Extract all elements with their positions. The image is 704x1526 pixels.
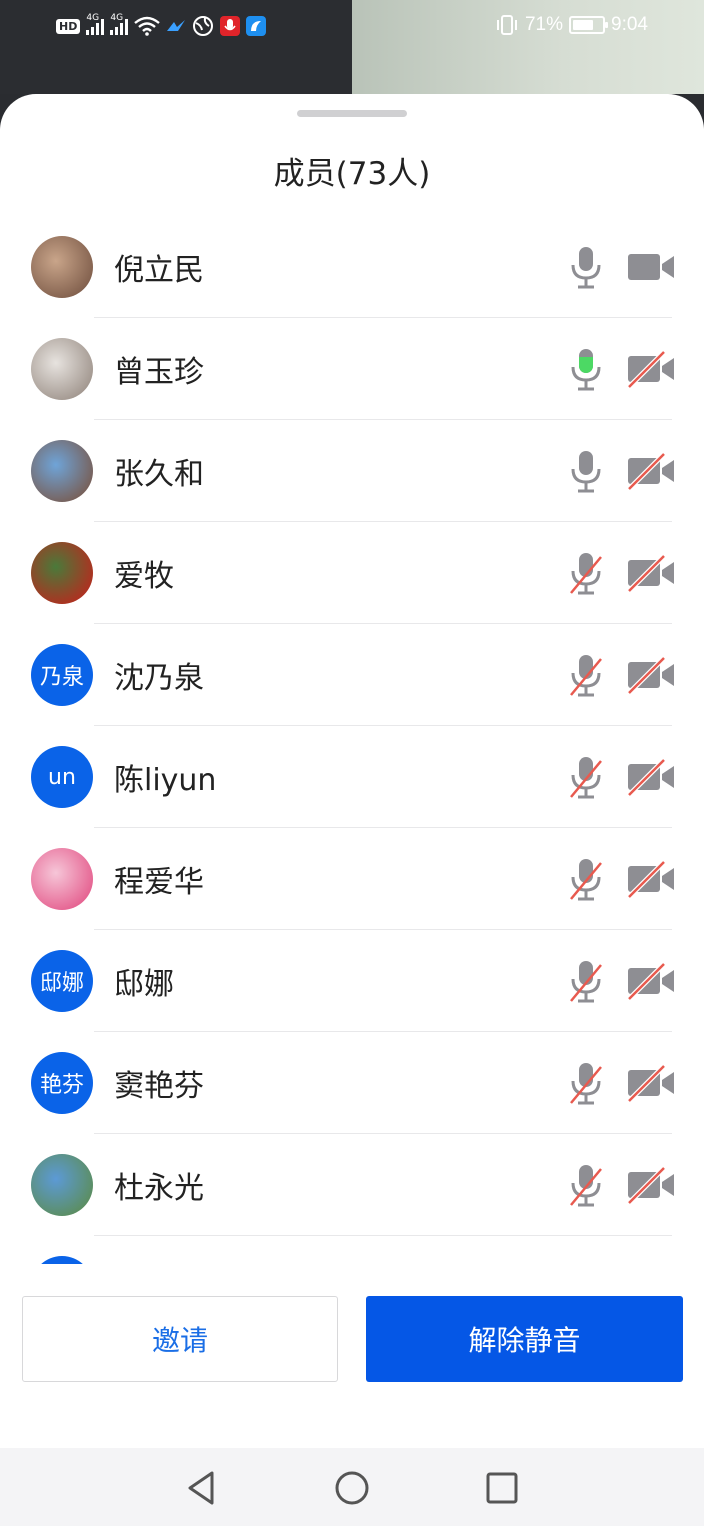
clock: 9:04 (611, 14, 648, 35)
member-name: 陈liyun (114, 763, 217, 798)
mic-icon[interactable] (568, 345, 604, 393)
member-name: 杜永光 (114, 1171, 204, 1206)
member-name: 张久和 (114, 457, 204, 492)
member-row[interactable]: 张久和 (0, 420, 704, 522)
camera-off-icon[interactable] (626, 961, 676, 1001)
sheet-title: 成员(73人) (273, 156, 431, 192)
members-sheet: 成员(73人) 倪立民 曾玉珍 张久和 爱牧 乃泉 沈乃泉 un 陈liyun 程爱华 邸娜 邸娜艳… (0, 94, 704, 1448)
member-list[interactable]: 倪立民 曾玉珍 张久和 爱牧 乃泉 沈乃泉 un 陈liyun 程爱华 邸娜 邸娜 艳芬 窦艳芬 杜永光 (0, 216, 704, 1264)
member-avatar: 邸娜 (31, 950, 93, 1012)
status-icons-right: 71% 9:04 (495, 14, 648, 36)
member-avatar (31, 542, 93, 604)
member-avatar (31, 1154, 93, 1216)
signal-icon: 4G (86, 13, 105, 35)
status-bar-left: HD 4G 4G (0, 0, 352, 94)
camera-icon[interactable] (626, 247, 676, 287)
hd-badge: HD (56, 18, 81, 34)
member-name: 爱牧 (114, 559, 174, 594)
signal-label: 4G (86, 13, 100, 23)
drag-handle[interactable] (297, 110, 407, 117)
member-row[interactable]: 杜永光 (0, 1134, 704, 1236)
member-row[interactable]: 乃泉 沈乃泉 (0, 624, 704, 726)
member-name: 倪立民 (114, 253, 204, 288)
member-avatar (31, 236, 93, 298)
member-row[interactable]: 爱牧 (0, 522, 704, 624)
camera-off-icon[interactable] (626, 757, 676, 797)
camera-off-icon[interactable] (626, 451, 676, 491)
member-name: 曾玉珍 (114, 355, 204, 390)
member-row[interactable]: 曾玉珍 (0, 318, 704, 420)
app-bird-icon (167, 20, 186, 31)
camera-off-icon[interactable] (626, 349, 676, 389)
mic-muted-icon[interactable] (568, 549, 604, 597)
mic-muted-icon[interactable] (568, 855, 604, 903)
mic-muted-icon[interactable] (568, 1263, 604, 1264)
navigation-bar (0, 1448, 704, 1526)
member-avatar (31, 848, 93, 910)
member-avatar: 乃泉 (31, 644, 93, 706)
status-bar: HD 4G 4G 71% 9:04 (0, 0, 704, 94)
member-row[interactable]: 程爱华 (0, 828, 704, 930)
member-avatar (31, 440, 93, 502)
member-row[interactable]: 邸娜 邸娜 (0, 930, 704, 1032)
camera-off-icon[interactable] (626, 1165, 676, 1205)
wifi-icon (134, 16, 161, 36)
member-avatar: 艳芬 (31, 1052, 93, 1114)
mic-app-icon (220, 16, 241, 36)
unmute-button[interactable]: 解除静音 (366, 1296, 683, 1382)
camera-off-icon[interactable] (626, 1063, 676, 1103)
recents-icon[interactable] (482, 1468, 522, 1508)
member-name: 邸娜 (114, 967, 174, 1002)
meeting-app-icon (246, 16, 267, 36)
mic-icon[interactable] (568, 447, 604, 495)
signal-label-2: 4G (110, 13, 124, 23)
member-name: 程爱华 (114, 865, 204, 900)
member-row[interactable]: un 陈liyun (0, 726, 704, 828)
mic-muted-icon[interactable] (568, 651, 604, 699)
status-icons-left: HD 4G 4G (56, 13, 267, 38)
globe-icon (193, 16, 214, 36)
home-icon[interactable] (332, 1468, 372, 1508)
mic-icon[interactable] (568, 243, 604, 291)
mic-muted-icon[interactable] (568, 753, 604, 801)
camera-off-icon[interactable] (626, 655, 676, 695)
camera-off-icon[interactable] (626, 553, 676, 593)
member-avatar (31, 1256, 93, 1264)
member-avatar (31, 338, 93, 400)
mic-muted-icon[interactable] (568, 957, 604, 1005)
camera-off-icon[interactable] (626, 859, 676, 899)
invite-button[interactable]: 邀请 (22, 1296, 338, 1382)
member-row[interactable] (0, 1236, 704, 1264)
back-icon[interactable] (182, 1468, 222, 1508)
member-name: 窦艳芬 (114, 1069, 204, 1104)
signal-icon-2: 4G (110, 13, 129, 35)
member-avatar: un (31, 746, 93, 808)
vibrate-icon (496, 15, 517, 35)
member-row[interactable]: 艳芬 窦艳芬 (0, 1032, 704, 1134)
member-name: 沈乃泉 (114, 661, 204, 696)
battery-icon (569, 16, 609, 34)
member-row[interactable]: 倪立民 (0, 216, 704, 318)
mic-muted-icon[interactable] (568, 1059, 604, 1107)
mic-muted-icon[interactable] (568, 1161, 604, 1209)
status-bar-right: 71% 9:04 (352, 0, 704, 94)
battery-percent: 71% (524, 14, 564, 35)
